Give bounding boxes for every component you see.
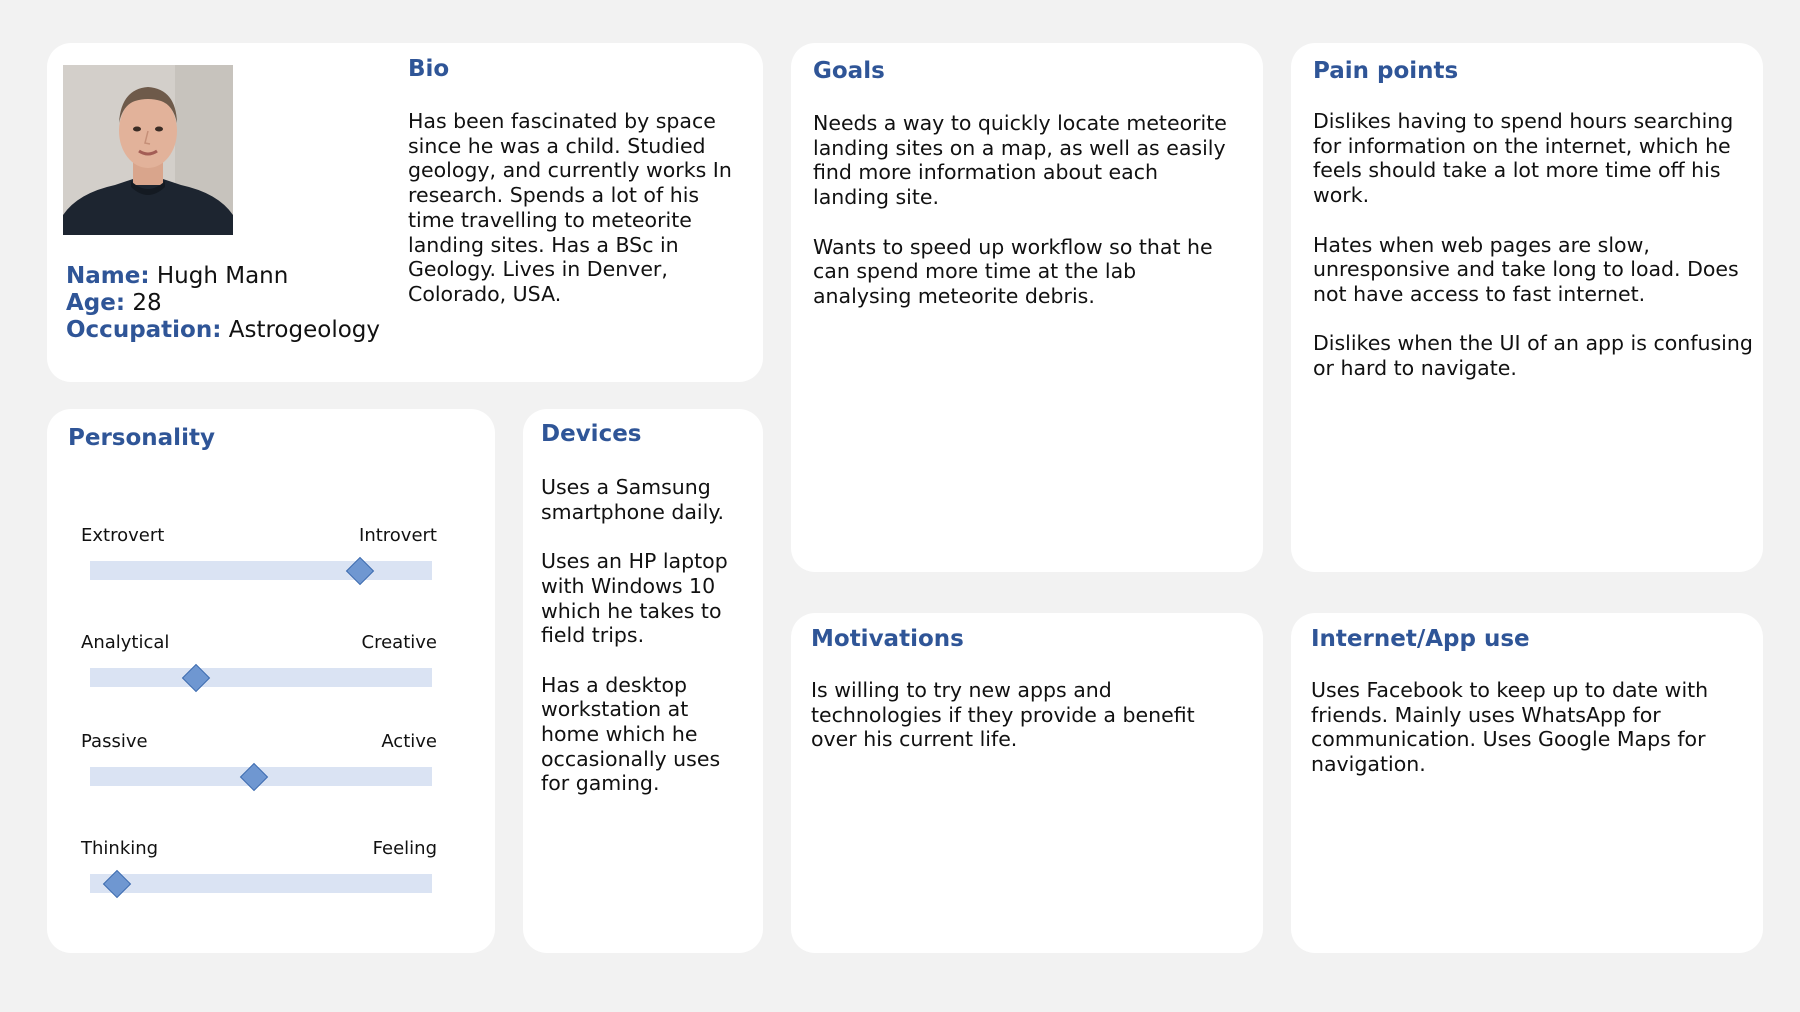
trait-slider-extrovert-introvert: Extrovert Introvert	[47, 526, 495, 606]
trait-slider-thinking-feeling: Thinking Feeling	[47, 839, 495, 919]
goals-card: Goals Needs a way to quickly locate mete…	[791, 43, 1263, 572]
profile-occupation-row: Occupation: Astrogeology	[66, 317, 380, 344]
pain-points-paragraph: Hates when web pages are slow, unrespons…	[1313, 232, 1739, 306]
trait-track	[90, 762, 432, 791]
trait-left-label: Extrovert	[81, 525, 165, 546]
pain-points-card: Pain points Dislikes having to spend hou…	[1291, 43, 1763, 572]
name-value: Hugh Mann	[156, 263, 289, 289]
trait-slider-analytical-creative: Analytical Creative	[47, 633, 495, 713]
devices-paragraph: Has a desktop workstation at home which …	[541, 672, 721, 796]
trait-marker-diamond-icon	[103, 869, 132, 898]
trait-marker-diamond-icon	[240, 762, 269, 791]
trait-right-label: Introvert	[359, 525, 437, 546]
motivations-paragraph: Is willing to try new apps and technolog…	[811, 678, 1195, 752]
goals-text: Needs a way to quickly locate meteorite …	[813, 111, 1233, 309]
pain-points-text: Dislikes having to spend hours searching…	[1313, 109, 1753, 381]
name-label: Name:	[66, 263, 150, 289]
personality-heading: Personality	[68, 425, 215, 451]
goals-heading: Goals	[813, 58, 885, 84]
profile-photo	[63, 65, 233, 235]
motivations-text: Is willing to try new apps and technolog…	[811, 678, 1231, 752]
goals-paragraph: Needs a way to quickly locate meteorite …	[813, 111, 1227, 210]
devices-text: Uses a Samsung smartphone daily. Uses an…	[541, 475, 751, 796]
motivations-heading: Motivations	[811, 626, 964, 652]
trait-right-label: Feeling	[372, 838, 437, 859]
trait-track	[90, 556, 432, 585]
pain-points-paragraph: Dislikes when the UI of an app is confus…	[1313, 331, 1753, 380]
trait-marker-diamond-icon	[346, 556, 375, 585]
bio-text: Has been fascinated by space since he wa…	[408, 109, 748, 307]
trait-track	[90, 663, 432, 692]
trait-left-label: Passive	[81, 731, 148, 752]
bio-heading: Bio	[408, 56, 450, 82]
devices-card: Devices Uses a Samsung smartphone daily.…	[523, 409, 763, 953]
trait-left-label: Thinking	[81, 838, 159, 859]
goals-paragraph: Wants to speed up workflow so that he ca…	[813, 234, 1213, 308]
trait-track	[90, 869, 432, 898]
motivations-card: Motivations Is willing to try new apps a…	[791, 613, 1263, 953]
profile-card: Name: Hugh Mann Age: 28 Occupation: Astr…	[47, 43, 763, 382]
pain-points-heading: Pain points	[1313, 58, 1459, 84]
age-value: 28	[132, 290, 162, 316]
internet-app-use-card: Internet/App use Uses Facebook to keep u…	[1291, 613, 1763, 953]
devices-heading: Devices	[541, 421, 642, 447]
internet-app-use-heading: Internet/App use	[1311, 626, 1530, 652]
age-label: Age:	[66, 290, 126, 316]
personality-card: Personality Extrovert Introvert Analytic…	[47, 409, 495, 953]
person-avatar-icon	[63, 65, 233, 235]
profile-name-row: Name: Hugh Mann	[66, 263, 380, 290]
devices-paragraph: Uses an HP laptop with Windows 10 which …	[541, 549, 728, 648]
profile-age-row: Age: 28	[66, 290, 380, 317]
profile-details: Name: Hugh Mann Age: 28 Occupation: Astr…	[66, 263, 380, 344]
devices-paragraph: Uses a Samsung smartphone daily.	[541, 475, 725, 524]
trait-right-label: Active	[381, 731, 437, 752]
persona-board: { "profile": { "photo_alt": "Profile pho…	[0, 0, 1800, 1012]
trait-left-label: Analytical	[81, 632, 170, 653]
occupation-value: Astrogeology	[228, 317, 381, 343]
trait-slider-passive-active: Passive Active	[47, 732, 495, 812]
trait-right-label: Creative	[361, 632, 437, 653]
internet-app-use-text: Uses Facebook to keep up to date with fr…	[1311, 678, 1731, 777]
pain-points-paragraph: Dislikes having to spend hours searching…	[1313, 109, 1734, 208]
occupation-label: Occupation:	[66, 317, 222, 343]
trait-marker-diamond-icon	[181, 663, 211, 692]
bio-paragraph: Has been fascinated by space since he wa…	[408, 109, 732, 306]
internet-app-use-paragraph: Uses Facebook to keep up to date with fr…	[1311, 678, 1709, 777]
